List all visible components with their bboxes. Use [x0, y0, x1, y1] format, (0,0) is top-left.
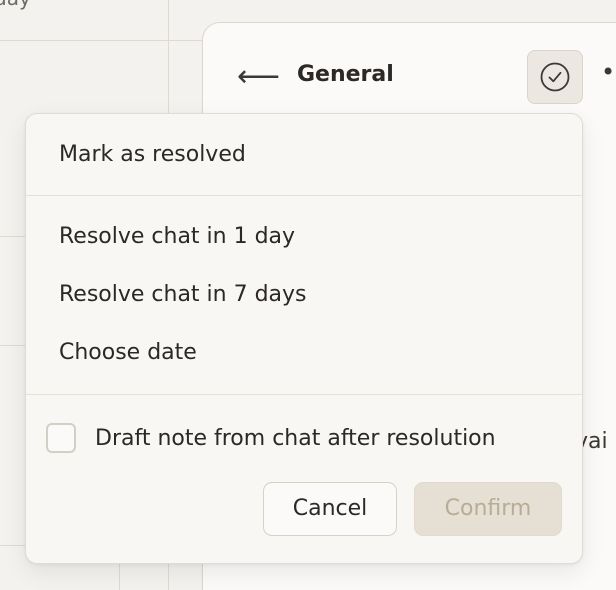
draft-note-label: Draft note from chat after resolution [95, 426, 496, 451]
draft-note-checkbox[interactable] [46, 423, 76, 453]
resolve-in-7-days-item[interactable]: Resolve chat in 7 days [26, 270, 582, 320]
draft-note-row[interactable]: Draft note from chat after resolution [46, 421, 576, 457]
cancel-button[interactable]: Cancel [263, 482, 397, 536]
confirm-button[interactable]: Confirm [414, 482, 562, 536]
app-stage: day ⟵ General •• vai Mark as resolved Re… [0, 0, 616, 590]
more-dots-icon[interactable]: •• [601, 58, 616, 86]
resolve-in-1-day-item[interactable]: Resolve chat in 1 day [26, 212, 582, 262]
divider [26, 195, 582, 196]
divider [26, 394, 582, 395]
choose-date-item[interactable]: Choose date [26, 328, 582, 378]
check-circle-icon [540, 62, 570, 92]
calendar-day-label: day [0, 0, 31, 10]
back-arrow-icon[interactable]: ⟵ [237, 57, 280, 97]
resolve-button[interactable] [527, 50, 583, 104]
resolve-popover: Mark as resolved Resolve chat in 1 day R… [25, 113, 583, 564]
grid-line [119, 560, 120, 590]
page-title: General [297, 62, 394, 87]
grid-line [0, 40, 202, 41]
mark-as-resolved-item[interactable]: Mark as resolved [26, 130, 582, 180]
